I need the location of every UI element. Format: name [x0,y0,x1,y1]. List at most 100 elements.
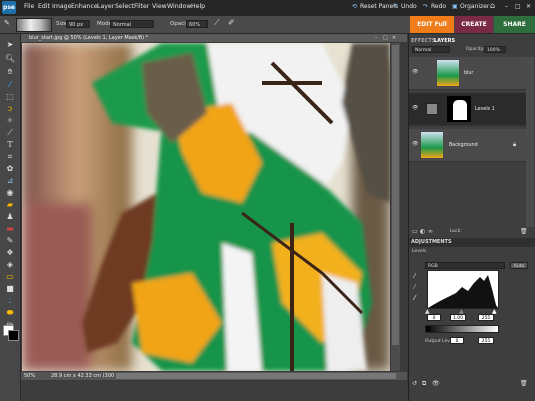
menu-window[interactable]: Window [167,3,191,10]
menu-select[interactable]: Select [115,3,134,10]
project-bin-strip [21,381,407,401]
layer-mask-thumbnail[interactable] [447,96,471,122]
layer-name[interactable]: blur [464,71,473,76]
redo-icon[interactable]: ↷ [423,3,428,10]
mode-select[interactable]: Normal [110,20,154,28]
menu-help[interactable]: Help [191,3,205,10]
type-tool-icon[interactable]: T [5,140,15,150]
background-color-swatch[interactable] [8,330,19,341]
adjustments-header[interactable]: ADJUSTMENTS [409,238,535,247]
document-tab[interactable]: blur_start.jpg @ 50% (Levels 1, Layer Ma… [21,34,407,42]
smart-brush-tool-icon[interactable]: ❖ [5,248,15,258]
home-icon[interactable]: ⌂ [490,1,495,10]
layers-scrollbar[interactable] [526,57,534,227]
brush-settings-icon[interactable]: ✐ [228,18,235,27]
clip-to-layer-icon[interactable]: ⧉ [422,380,426,388]
visibility-eye-icon[interactable]: 👁︎ [412,69,418,75]
size-input[interactable]: 90 px [66,20,90,28]
undo-icon[interactable]: ↶ [393,3,398,10]
reset-panels-icon[interactable]: ⟲ [352,3,357,10]
redo-button[interactable]: Redo [431,3,446,10]
share-tab[interactable]: SHARE [494,16,535,33]
red-eye-tool-icon[interactable]: ◉ [5,188,15,198]
shape-tool-icon[interactable]: ■ [5,284,15,294]
straighten-tool-icon[interactable]: ⊿ [5,176,15,186]
tab-effects[interactable]: EFFECTS [411,38,435,44]
channel-select[interactable]: RGB [425,262,505,269]
eraser-tool-icon[interactable]: ▬ [5,224,15,234]
layer-row-blur[interactable]: 👁︎ blur [409,57,526,90]
hand-tool-icon[interactable]: ✋︎ [5,67,15,77]
undo-button[interactable]: Undo [401,3,417,10]
doc-minimize-icon[interactable]: – [375,35,378,41]
layer-row-levels[interactable]: 👁︎ Levels 1 [409,93,526,126]
menu-filter[interactable]: Filter [134,3,149,10]
brush-preview[interactable] [16,18,52,32]
healing-brush-tool-icon[interactable]: ▰ [5,200,15,210]
input-white-field[interactable]: 255 [478,314,494,321]
move-tool-icon[interactable]: ➤ [5,40,15,50]
magic-wand-tool-icon[interactable]: ✧ [5,116,15,126]
zoom-level[interactable]: 50% [24,372,35,380]
menu-layer[interactable]: Layer [97,3,114,10]
menu-edit[interactable]: Edit [38,3,50,10]
brush-tool-icon[interactable]: ✎ [5,236,15,246]
lasso-tool-icon[interactable]: ↄ [5,104,15,114]
layer-opacity-input[interactable]: 100% [484,46,506,53]
black-eyedropper-icon[interactable]: ⁄ [414,272,415,280]
output-white-field[interactable]: 255 [478,337,494,344]
layer-row-background[interactable]: 👁︎ Background 🔒︎ [409,129,526,162]
adjustment-layer-icon[interactable]: ◐ [420,228,425,235]
blend-mode-select[interactable]: Normal [412,46,450,53]
menu-file[interactable]: File [24,3,34,10]
reset-adjustment-icon[interactable]: ↺ [412,380,417,387]
menu-image[interactable]: Image [52,3,71,10]
organizer-icon[interactable]: ▣ [452,3,458,10]
layer-name[interactable]: Background [449,143,478,148]
document-size: 28.9 cm x 42.33 cm (300 ppi) [51,373,126,379]
close-icon[interactable]: ✕ [526,3,531,10]
tool-preset-icon[interactable]: ✎ [4,19,10,27]
opacity-input[interactable]: 60% [186,20,208,28]
create-tab[interactable]: CREATE [455,16,493,33]
visibility-eye-icon[interactable]: 👁︎ [412,105,418,111]
vertical-scrollbar[interactable] [391,43,400,371]
tab-layers[interactable]: LAYERS [434,38,455,44]
paint-bucket-tool-icon[interactable]: ◈ [5,260,15,270]
menu-view[interactable]: View [152,3,167,10]
gradient-tool-icon[interactable]: ▭ [5,272,15,282]
airbrush-icon[interactable]: ⟋ [214,18,220,28]
gray-eyedropper-icon[interactable]: ⁄ [414,283,415,291]
output-black-field[interactable]: 0 [450,337,464,344]
blur-tool-icon[interactable]: 💧︎ [5,296,15,306]
horizontal-scrollbar[interactable] [116,373,396,379]
crop-tool-icon[interactable]: ⌗ [5,152,15,162]
sponge-tool-icon[interactable]: ⬬ [5,308,15,318]
trash-icon[interactable]: 🗑︎ [520,228,528,235]
clone-stamp-tool-icon[interactable]: ♟ [5,212,15,222]
delete-adjustment-icon[interactable]: 🗑︎ [520,380,528,387]
vertical-scroll-thumb[interactable] [392,45,399,345]
minimize-icon[interactable]: – [505,3,508,10]
visibility-eye-icon[interactable]: 👁︎ [412,141,418,147]
edit-full-tab[interactable]: EDIT Full [410,16,454,33]
layer-name[interactable]: Levels 1 [475,107,495,112]
eyedropper-tool-icon[interactable]: ⁄ [5,80,15,90]
cookie-cutter-tool-icon[interactable]: ✿ [5,164,15,174]
white-eyedropper-icon[interactable]: ⁄ [414,294,415,302]
link-layers-icon[interactable]: ∞ [428,228,433,235]
zoom-tool-icon[interactable]: 🔍︎ [5,54,15,64]
auto-button[interactable]: Auto [510,262,528,269]
doc-close-icon[interactable]: ✕ [392,35,396,41]
maximize-icon[interactable]: □ [515,3,521,10]
image-canvas[interactable] [22,43,390,371]
organizer-button[interactable]: Organizer [460,3,489,10]
selection-brush-tool-icon[interactable]: ⟋ [5,128,15,138]
input-gamma-field[interactable]: 1.00 [450,314,466,321]
doc-maximize-icon[interactable]: □ [383,35,388,41]
menu-enhance[interactable]: Enhance [71,3,98,10]
marquee-tool-icon[interactable]: ⬚ [5,92,15,102]
toggle-visibility-icon[interactable]: 👁︎ [432,380,440,387]
new-layer-icon[interactable]: ▭ [412,228,418,235]
input-black-field[interactable]: 0 [427,314,441,321]
